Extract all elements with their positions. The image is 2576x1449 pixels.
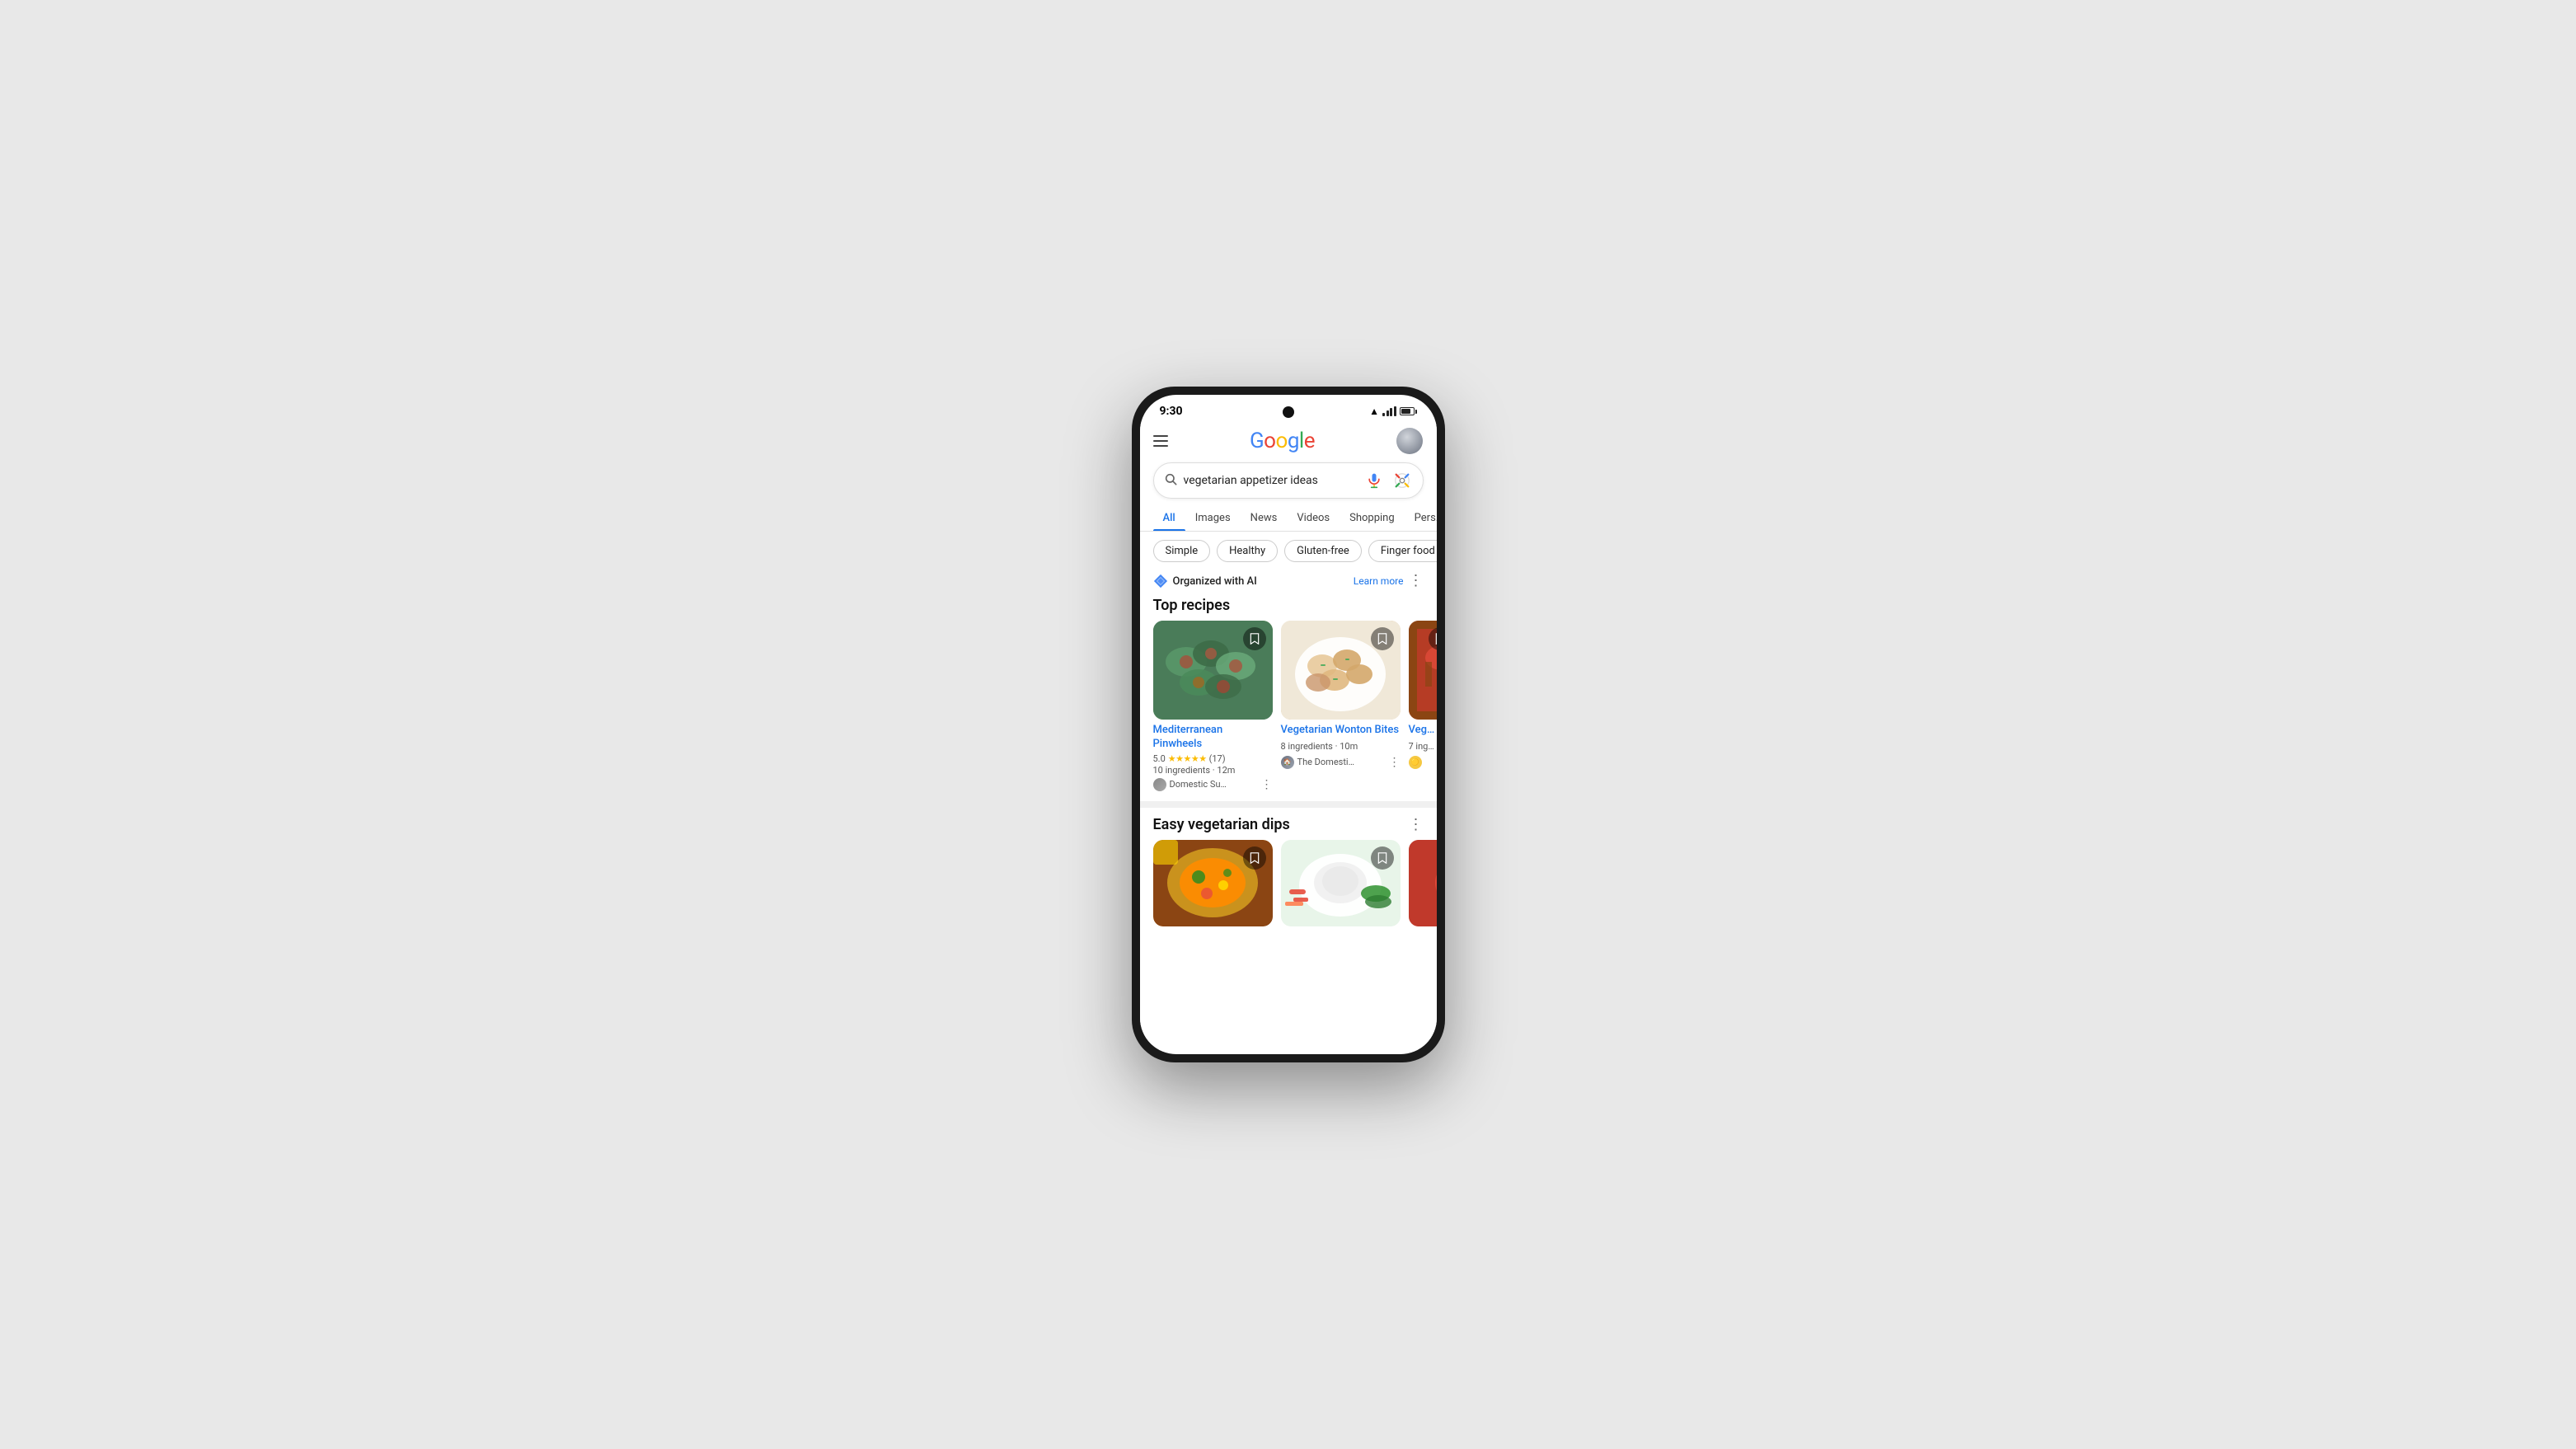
rating-value-1: 5.0: [1153, 753, 1166, 764]
ai-organized-bar: Organized with AI Learn more ⋮: [1140, 570, 1437, 595]
bookmark-button-dip-1[interactable]: [1243, 846, 1266, 870]
recipe-image-wrap-2: [1281, 621, 1401, 720]
recipe-title-3: Veg…: [1409, 724, 1437, 738]
easy-dips-more-button[interactable]: ⋮: [1409, 816, 1424, 833]
ai-label: Organized with AI: [1173, 575, 1257, 588]
easy-dips-header: Easy vegetarian dips ⋮: [1140, 808, 1437, 840]
tab-personal[interactable]: Pers…: [1405, 505, 1437, 531]
wifi-icon: ▲: [1369, 406, 1379, 417]
ingredients-2: 8 ingredients: [1281, 741, 1333, 752]
bookmark-button-2[interactable]: [1371, 627, 1394, 650]
source-more-button-1[interactable]: ⋮: [1261, 778, 1273, 791]
avatar[interactable]: [1396, 428, 1423, 454]
hamburger-menu-button[interactable]: [1153, 435, 1168, 447]
learn-more-link[interactable]: Learn more: [1354, 575, 1404, 587]
tab-shopping[interactable]: Shopping: [1340, 505, 1405, 531]
search-tabs: All Images News Videos Shopping Pers…: [1140, 505, 1437, 532]
ai-bar-left: Organized with AI: [1153, 574, 1257, 589]
bookmark-button-dip-2[interactable]: [1371, 846, 1394, 870]
battery-icon: [1400, 407, 1417, 415]
dip-card-1[interactable]: [1153, 840, 1273, 926]
signal-icon: [1382, 406, 1396, 416]
top-recipes-title: Top recipes: [1140, 595, 1437, 621]
recipe-source-1: Domestic Su… ⋮: [1153, 778, 1273, 791]
dip-cards-scroll: [1140, 840, 1437, 926]
voice-search-button[interactable]: [1363, 470, 1385, 491]
tab-videos[interactable]: Videos: [1287, 505, 1340, 531]
stars-1: ★★★★★: [1168, 753, 1207, 764]
recipe-card-1[interactable]: Mediterranean Pinwheels 5.0 ★★★★★ (17) 1…: [1153, 621, 1273, 791]
ingredients-1: 10 ingredients: [1153, 765, 1211, 776]
ai-bar-right: Learn more ⋮: [1354, 574, 1424, 589]
phone-screen: 9:30 ▲: [1140, 395, 1437, 1054]
recipe-meta-2: 8 ingredients · 10m: [1281, 741, 1401, 752]
recipe-image-wrap-3: [1409, 621, 1437, 720]
dip-image-3: [1409, 840, 1437, 926]
recipe-cards-scroll: Mediterranean Pinwheels 5.0 ★★★★★ (17) 1…: [1140, 621, 1437, 801]
dip-image-wrap-2: [1281, 840, 1401, 926]
dip-card-2[interactable]: [1281, 840, 1401, 926]
status-icons: ▲: [1369, 406, 1416, 417]
recipe-title-1: Mediterranean Pinwheels: [1153, 724, 1273, 752]
tab-images[interactable]: Images: [1185, 505, 1241, 531]
screen-content: Google vegetarian appetizer ideas: [1140, 421, 1437, 1048]
recipe-meta-1: 10 ingredients · 12m: [1153, 765, 1273, 776]
ai-diamond-icon: [1153, 574, 1168, 589]
dip-image-wrap-3: [1409, 840, 1437, 926]
recipe-source-3: 🟡: [1409, 756, 1437, 769]
header: Google: [1140, 421, 1437, 457]
search-bar[interactable]: vegetarian appetizer ideas: [1153, 462, 1424, 499]
google-lens-button[interactable]: [1391, 470, 1413, 491]
search-icon: [1164, 472, 1177, 489]
ai-bar-more-button[interactable]: ⋮: [1409, 574, 1424, 589]
source-avatar-2: 🏠: [1281, 756, 1294, 769]
rating-count-1: (17): [1209, 753, 1226, 764]
time-2: 10m: [1340, 741, 1358, 752]
tab-all[interactable]: All: [1153, 505, 1185, 531]
chip-healthy[interactable]: Healthy: [1217, 540, 1278, 562]
time-1: 12m: [1217, 765, 1235, 776]
source-avatar-3: 🟡: [1409, 756, 1422, 769]
status-time: 9:30: [1160, 405, 1183, 418]
recipe-rating-1: 5.0 ★★★★★ (17): [1153, 753, 1273, 764]
ingredients-3: 7 ing…: [1409, 741, 1434, 752]
bookmark-button-1[interactable]: [1243, 627, 1266, 650]
camera-notch: [1283, 406, 1294, 418]
dip-image-wrap-1: [1153, 840, 1273, 926]
source-name-2: The Domesti…: [1297, 757, 1354, 767]
recipe-card-3[interactable]: Veg… 7 ing… 🟡: [1409, 621, 1437, 791]
source-name-1: Domestic Su…: [1170, 779, 1227, 790]
chip-simple[interactable]: Simple: [1153, 540, 1211, 562]
tab-news[interactable]: News: [1241, 505, 1288, 531]
chip-gluten-free[interactable]: Gluten-free: [1284, 540, 1362, 562]
recipe-title-2: Vegetarian Wonton Bites: [1281, 724, 1401, 738]
section-divider: [1140, 801, 1437, 808]
search-query: vegetarian appetizer ideas: [1184, 474, 1357, 487]
source-avatar-1: [1153, 778, 1166, 791]
dip-card-3[interactable]: [1409, 840, 1437, 926]
phone-frame: 9:30 ▲: [1132, 387, 1445, 1062]
recipe-source-2: 🏠 The Domesti… ⋮: [1281, 756, 1401, 769]
easy-dips-title: Easy vegetarian dips: [1153, 816, 1290, 833]
filter-chips: Simple Healthy Gluten-free Finger food: [1140, 532, 1437, 570]
recipe-image-wrap-1: [1153, 621, 1273, 720]
chip-finger-food[interactable]: Finger food: [1368, 540, 1437, 562]
google-logo: Google: [1250, 429, 1315, 453]
recipe-card-2[interactable]: Vegetarian Wonton Bites 8 ingredients · …: [1281, 621, 1401, 791]
source-more-button-2[interactable]: ⋮: [1389, 756, 1401, 769]
recipe-meta-3: 7 ing…: [1409, 741, 1437, 752]
